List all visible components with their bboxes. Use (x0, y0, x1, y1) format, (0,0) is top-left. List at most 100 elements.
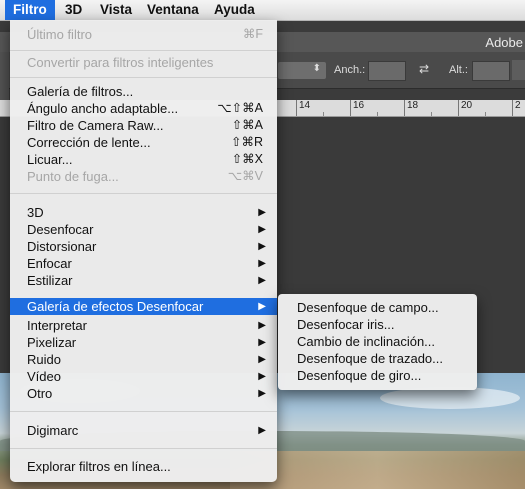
menu-separator (10, 50, 277, 51)
ruler-tick: 2 (512, 100, 521, 116)
menu-ayuda[interactable]: Ayuda (206, 0, 263, 20)
menu-item-label: Ruido (27, 352, 61, 367)
submenu-arrow-icon: ▶ (258, 301, 266, 312)
menu-item-label: Filtro de Camera Raw... (27, 118, 164, 133)
menu-item-desenfocar[interactable]: Desenfocar ▶ (10, 221, 277, 238)
submenu-arrow-icon: ▶ (258, 337, 266, 348)
submenu-arrow-icon: ▶ (258, 320, 266, 331)
width-label: Anch.: (334, 64, 366, 76)
menu-item-3d[interactable]: 3D ▶ (10, 204, 277, 221)
menu-item-label: Explorar filtros en línea... (27, 459, 171, 474)
menu-separator (10, 411, 277, 412)
menu-3d[interactable]: 3D (57, 0, 90, 20)
submenu-arrow-icon: ▶ (258, 258, 266, 269)
menu-item-label: Estilizar (27, 273, 73, 288)
options-bar-end (512, 60, 525, 80)
height-label: Alt.: (449, 64, 468, 76)
menu-item-shortcut: ⇧⌘R (230, 135, 263, 149)
menu-item-label: Licuar... (27, 152, 73, 167)
ruler-tick: 20 (458, 100, 472, 116)
menu-item-label: Desenfocar (27, 222, 94, 237)
menu-item-label: Desenfoque de campo... (297, 300, 439, 315)
menu-item-estilizar[interactable]: Estilizar ▶ (10, 272, 277, 289)
menu-item-pixelizar[interactable]: Pixelizar ▶ (10, 334, 277, 351)
menu-item-punto-de-fuga[interactable]: Punto de fuga... ⌥⌘V (10, 168, 277, 185)
cloud (380, 387, 520, 409)
ruler-minor-tick (377, 112, 378, 116)
menu-filtro[interactable]: Filtro (5, 0, 55, 20)
submenu-arrow-icon: ▶ (258, 275, 266, 286)
blur-gallery-submenu: Desenfoque de campo... Desenfocar iris..… (278, 294, 477, 390)
menu-item-label: Pixelizar (27, 335, 77, 350)
submenu-item-desenfoque-de-trazado[interactable]: Desenfoque de trazado... (278, 350, 477, 368)
menu-item-label: Cambio de inclinación... (297, 334, 436, 349)
menu-item-label: Desenfoque de trazado... (297, 351, 443, 366)
filter-menu: Último filtro ⌘F Convertir para filtros … (10, 20, 277, 482)
menu-item-video[interactable]: Vídeo ▶ (10, 368, 277, 385)
height-field[interactable] (472, 61, 510, 81)
menu-item-label: Convertir para filtros inteligentes (27, 55, 214, 70)
app-title: Adobe (485, 35, 523, 50)
menu-item-label: Digimarc (27, 423, 79, 438)
menu-item-label: Enfocar (27, 256, 72, 271)
menu-item-interpretar[interactable]: Interpretar ▶ (10, 317, 277, 334)
menu-item-galeria-de-filtros[interactable]: Galería de filtros... (10, 83, 277, 100)
dropdown-arrow-icon: ⬍ (312, 63, 321, 74)
menu-item-label: Desenfoque de giro... (297, 368, 422, 383)
menu-item-angulo-ancho-adaptable[interactable]: Ángulo ancho adaptable... ⌥⇧⌘A (10, 100, 277, 117)
submenu-item-cambio-de-inclinacion[interactable]: Cambio de inclinación... (278, 333, 477, 351)
menu-item-licuar[interactable]: Licuar... ⇧⌘X (10, 151, 277, 168)
ruler-minor-tick (323, 112, 324, 116)
menu-item-label: Otro (27, 386, 53, 401)
menu-item-shortcut: ⌘F (242, 27, 263, 41)
menu-item-galeria-efectos-desenfocar[interactable]: Galería de efectos Desenfocar ▶ (10, 298, 277, 315)
submenu-arrow-icon: ▶ (258, 354, 266, 365)
ruler-tick: 18 (404, 100, 418, 116)
menu-item-shortcut: ⇧⌘X (231, 152, 263, 166)
menu-item-explorar-filtros-en-linea[interactable]: Explorar filtros en línea... (10, 458, 277, 475)
menu-item-label: Distorsionar (27, 239, 97, 254)
menu-item-filtro-camera-raw[interactable]: Filtro de Camera Raw... ⇧⌘A (10, 117, 277, 134)
ruler-tick: 16 (350, 100, 364, 116)
menu-item-label: Vídeo (27, 369, 61, 384)
menu-item-label: Galería de efectos Desenfocar (27, 299, 204, 314)
submenu-arrow-icon: ▶ (258, 207, 266, 218)
menu-item-shortcut: ⇧⌘A (231, 118, 263, 132)
menu-item-convertir-filtros-inteligentes[interactable]: Convertir para filtros inteligentes (10, 54, 277, 71)
menu-item-label: Desenfocar iris... (297, 317, 395, 332)
menu-separator (10, 77, 277, 78)
menu-item-otro[interactable]: Otro ▶ (10, 385, 277, 402)
ruler-minor-tick (431, 112, 432, 116)
submenu-item-desenfoque-de-campo[interactable]: Desenfoque de campo... (278, 299, 477, 317)
menu-item-shortcut: ⌥⇧⌘A (217, 101, 263, 115)
submenu-arrow-icon: ▶ (258, 388, 266, 399)
menu-ventana[interactable]: Ventana (139, 0, 207, 20)
submenu-arrow-icon: ▶ (258, 224, 266, 235)
menu-vista[interactable]: Vista (92, 0, 140, 20)
menu-bar: Filtro 3D Vista Ventana Ayuda (0, 0, 525, 21)
menu-item-label: Último filtro (27, 27, 93, 42)
menu-item-label: Galería de filtros... (27, 84, 134, 99)
menu-item-ruido[interactable]: Ruido ▶ (10, 351, 277, 368)
menu-item-label: Interpretar (27, 318, 87, 333)
menu-item-digimarc[interactable]: Digimarc ▶ (10, 422, 277, 439)
ruler-tick: 14 (296, 100, 310, 116)
ruler-minor-tick (485, 112, 486, 116)
menu-item-correccion-de-lente[interactable]: Corrección de lente... ⇧⌘R (10, 134, 277, 151)
submenu-item-desenfocar-iris[interactable]: Desenfocar iris... (278, 316, 477, 334)
submenu-arrow-icon: ▶ (258, 241, 266, 252)
menu-separator (10, 193, 277, 194)
menu-item-label: Ángulo ancho adaptable... (27, 101, 179, 116)
menu-item-distorsionar[interactable]: Distorsionar ▶ (10, 238, 277, 255)
submenu-item-desenfoque-de-giro[interactable]: Desenfoque de giro... (278, 367, 477, 385)
width-field[interactable] (368, 61, 406, 81)
swap-icon[interactable]: ⇄ (419, 62, 429, 76)
menu-item-label: 3D (27, 205, 44, 220)
submenu-arrow-icon: ▶ (258, 425, 266, 436)
menu-item-ultimo-filtro[interactable]: Último filtro ⌘F (10, 26, 277, 43)
menu-item-shortcut: ⌥⌘V (227, 169, 263, 183)
menu-item-enfocar[interactable]: Enfocar ▶ (10, 255, 277, 272)
submenu-arrow-icon: ▶ (258, 371, 266, 382)
menu-separator (10, 448, 277, 449)
style-dropdown[interactable]: ⬍ (278, 62, 326, 79)
